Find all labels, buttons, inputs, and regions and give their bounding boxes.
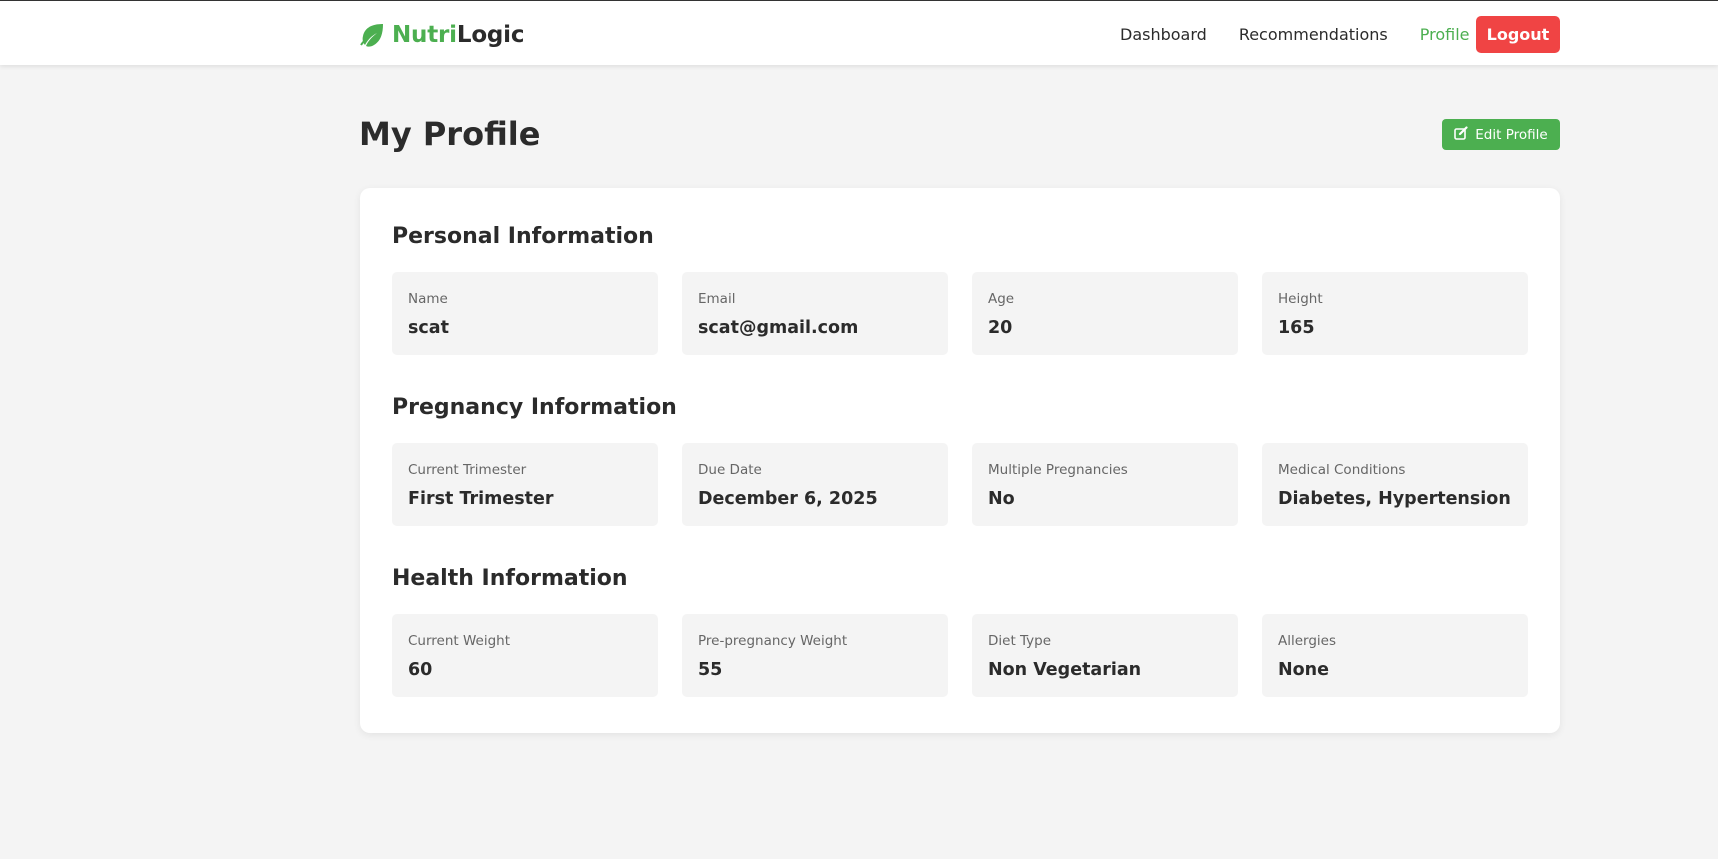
field-value: 20 <box>988 318 1013 338</box>
brand-name: NutriLogic <box>392 22 525 48</box>
field-current-weight: Current Weight 60 <box>392 614 658 697</box>
field-grid: Name scat Email scat@gmail.com Age 20 He… <box>392 272 1528 355</box>
field-allergies: Allergies None <box>1262 614 1528 697</box>
field-label: Multiple Pregnancies <box>988 462 1128 478</box>
field-value: 60 <box>408 660 433 680</box>
nav-link-dashboard[interactable]: Dashboard <box>1120 25 1207 44</box>
edit-icon <box>1454 125 1475 144</box>
section-title: Personal Information <box>392 224 654 249</box>
field-label: Diet Type <box>988 633 1052 649</box>
field-value: Diabetes, Hypertension <box>1278 489 1511 509</box>
brand-logo[interactable]: NutriLogic <box>359 19 525 51</box>
field-name: Name scat <box>392 272 658 355</box>
pregnancy-information-section: Pregnancy Information Current Trimester … <box>392 393 1528 526</box>
field-diet-type: Diet Type Non Vegetarian <box>972 614 1238 697</box>
field-value: 55 <box>698 660 723 680</box>
field-value: First Trimester <box>408 489 554 509</box>
field-label: Current Trimester <box>408 462 527 478</box>
logout-button[interactable]: Logout <box>1476 16 1560 53</box>
field-height: Height 165 <box>1262 272 1528 355</box>
field-label: Age <box>988 291 1015 307</box>
field-grid: Current Trimester First Trimester Due Da… <box>392 443 1528 526</box>
field-label: Email <box>698 291 736 307</box>
field-value: scat <box>408 318 449 338</box>
field-label: Pre-pregnancy Weight <box>698 633 848 649</box>
field-value: None <box>1278 660 1329 680</box>
brand-name-part2: Logic <box>456 22 525 48</box>
field-multiple-pregnancies: Multiple Pregnancies No <box>972 443 1238 526</box>
field-email: Email scat@gmail.com <box>682 272 948 355</box>
field-label: Name <box>408 291 448 307</box>
field-value: scat@gmail.com <box>698 318 859 338</box>
profile-card: Personal Information Name scat Email sca… <box>360 188 1560 733</box>
field-value: No <box>988 489 1015 509</box>
field-value: Non Vegetarian <box>988 660 1142 680</box>
field-age: Age 20 <box>972 272 1238 355</box>
edit-profile-button[interactable]: Edit Profile <box>1442 119 1560 150</box>
leaf-icon <box>359 23 385 47</box>
nav-link-recommendations[interactable]: Recommendations <box>1239 25 1388 44</box>
main-nav: Dashboard Recommendations Profile <box>1087 16 1470 52</box>
health-information-section: Health Information Current Weight 60 Pre… <box>392 564 1528 697</box>
field-current-trimester: Current Trimester First Trimester <box>392 443 658 526</box>
field-label: Medical Conditions <box>1278 462 1406 478</box>
brand-name-part1: Nutri <box>392 22 457 48</box>
field-label: Current Weight <box>408 633 511 649</box>
section-title: Health Information <box>392 566 628 591</box>
page-title: My Profile <box>359 115 541 153</box>
field-value: 165 <box>1278 318 1315 338</box>
field-grid: Current Weight 60 Pre-pregnancy Weight 5… <box>392 614 1528 697</box>
top-navbar: NutriLogic Dashboard Recommendations Pro… <box>0 0 1718 65</box>
field-pre-pregnancy-weight: Pre-pregnancy Weight 55 <box>682 614 948 697</box>
field-label: Allergies <box>1278 633 1337 649</box>
field-due-date: Due Date December 6, 2025 <box>682 443 948 526</box>
section-title: Pregnancy Information <box>392 395 677 420</box>
edit-profile-label: Edit Profile <box>1475 126 1548 143</box>
field-medical-conditions: Medical Conditions Diabetes, Hypertensio… <box>1262 443 1528 526</box>
field-label: Height <box>1278 291 1323 307</box>
field-value: December 6, 2025 <box>698 489 878 509</box>
field-label: Due Date <box>698 462 762 478</box>
nav-link-profile[interactable]: Profile <box>1420 25 1470 44</box>
personal-information-section: Personal Information Name scat Email sca… <box>392 222 1528 355</box>
